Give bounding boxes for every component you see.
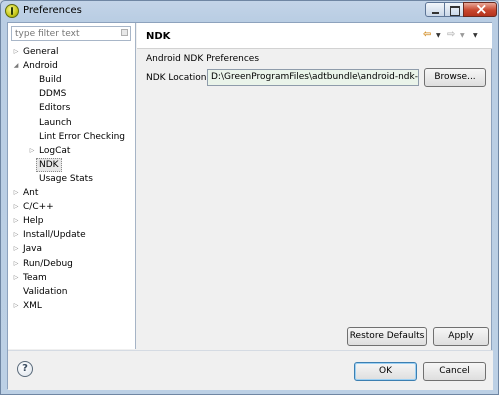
dialog-client-area: ▷General◢AndroidBuildDDMSEditorsLaunchLi… — [7, 22, 493, 390]
browse-button[interactable]: Browse... — [424, 68, 486, 87]
expand-arrow-right-icon[interactable]: ▷ — [12, 242, 20, 256]
tree-item-label: Help — [23, 216, 44, 227]
tree-item-label: General — [23, 47, 59, 57]
tree-item-label: Run/Debug — [23, 258, 73, 269]
tree-item[interactable]: ▷ Install/Update — [8, 228, 135, 242]
preference-tree-pane: ▷General◢AndroidBuildDDMSEditorsLaunchLi… — [8, 23, 136, 349]
back-arrow-icon[interactable]: ⇦ — [423, 30, 431, 40]
tree-item-label: Usage Stats — [39, 173, 93, 184]
tree-item[interactable]: Launch — [8, 116, 135, 130]
tree-item-label: Team — [23, 272, 47, 283]
tree-item-label: LogCat — [39, 145, 71, 156]
tree-item-label: Java — [23, 244, 43, 255]
expand-arrow-right-icon[interactable]: ▷ — [28, 144, 36, 158]
expand-arrow-right-icon[interactable]: ▷ — [12, 186, 20, 200]
tree-item[interactable]: ▷ Help — [8, 214, 135, 228]
tree-item-label: Validation — [23, 286, 68, 297]
forward-arrow-icon[interactable]: ⇨ — [447, 30, 455, 40]
tree-item-label: Install/Update — [23, 230, 86, 241]
restore-defaults-button[interactable]: Restore Defaults — [347, 327, 427, 346]
clear-filter-icon[interactable] — [121, 29, 128, 36]
tree-item-label: XML — [23, 300, 42, 311]
tree-item[interactable]: ▷ C/C++ — [8, 200, 135, 214]
minimize-button[interactable] — [425, 2, 445, 17]
ok-button[interactable]: OK — [354, 362, 417, 381]
window-title: Preferences — [23, 5, 82, 16]
expand-arrow-right-icon[interactable]: ▷ — [12, 214, 20, 228]
view-menu-icon[interactable]: ▼ — [473, 31, 478, 41]
expand-arrow-right-icon[interactable]: ▷ — [12, 271, 20, 285]
tree-item[interactable]: ▷ General — [8, 45, 135, 59]
maximize-button[interactable] — [444, 2, 464, 17]
tree-item[interactable]: DDMS — [8, 87, 135, 101]
tree-item-label: Lint Error Checking — [39, 131, 126, 142]
apply-button[interactable]: Apply — [433, 327, 489, 346]
tree-item[interactable]: Validation — [8, 285, 135, 299]
title-bar[interactable]: Preferences — [1, 0, 498, 21]
tree-item[interactable]: Lint Error Checking — [8, 130, 135, 144]
tree-item[interactable]: ▷ XML — [8, 299, 135, 313]
tree-item[interactable]: ▷ Ant — [8, 186, 135, 200]
preferences-window: Preferences ▷General◢AndroidBuildDDMSEdi… — [0, 0, 499, 395]
expand-arrow-right-icon[interactable]: ▷ — [12, 299, 20, 313]
tree-item[interactable]: ◢ Android — [8, 59, 135, 73]
expand-arrow-right-icon[interactable]: ▷ — [12, 200, 20, 214]
tree-item-label: Editors — [39, 103, 71, 114]
expand-arrow-right-icon[interactable]: ▷ — [12, 257, 20, 271]
expand-arrow-right-icon[interactable]: ▷ — [12, 45, 20, 59]
tree-item[interactable]: ▷ Run/Debug — [8, 257, 135, 271]
close-button[interactable] — [463, 0, 497, 18]
tree-item[interactable]: ▷ Team — [8, 271, 135, 285]
help-icon[interactable]: ? — [17, 361, 33, 377]
tree-item[interactable]: ▷ LogCat — [8, 144, 135, 158]
page-header: NDK ⇦ ▼ ⇨ ▼ ▼ — [137, 23, 492, 49]
tree-item-label: Launch — [39, 117, 72, 128]
dialog-button-bar: ? OK Cancel — [8, 350, 493, 390]
tree-item[interactable]: NDK — [8, 157, 135, 172]
tree-item-label: C/C++ — [23, 202, 54, 213]
tree-item[interactable]: Usage Stats — [8, 172, 135, 186]
tree-item[interactable]: Build — [8, 73, 135, 87]
tree-item-label: DDMS — [39, 89, 67, 100]
tree-item[interactable]: ▷ Java — [8, 242, 135, 256]
tree-item-label: NDK — [36, 157, 62, 172]
ndk-location-label: NDK Location — [146, 73, 207, 83]
tree-item[interactable]: Editors — [8, 101, 135, 115]
eclipse-app-icon — [5, 4, 19, 18]
section-label: Android NDK Preferences — [146, 54, 260, 64]
cancel-button[interactable]: Cancel — [423, 362, 486, 381]
expand-arrow-down-icon[interactable]: ◢ — [12, 59, 20, 73]
preference-page: NDK ⇦ ▼ ⇨ ▼ ▼ Android NDK Preferences ND… — [137, 23, 492, 349]
filter-input[interactable] — [11, 26, 131, 41]
tree-item-label: Ant — [23, 188, 39, 198]
forward-history-dropdown-icon[interactable]: ▼ — [460, 31, 465, 41]
tree-item-label: Build — [39, 75, 62, 86]
ndk-location-field[interactable]: D:\GreenProgramFiles\adtbundle\android-n… — [207, 69, 419, 86]
tree-item-label: Android — [23, 61, 58, 72]
expand-arrow-right-icon[interactable]: ▷ — [12, 228, 20, 242]
back-history-dropdown-icon[interactable]: ▼ — [436, 31, 441, 41]
page-title: NDK — [146, 31, 171, 42]
